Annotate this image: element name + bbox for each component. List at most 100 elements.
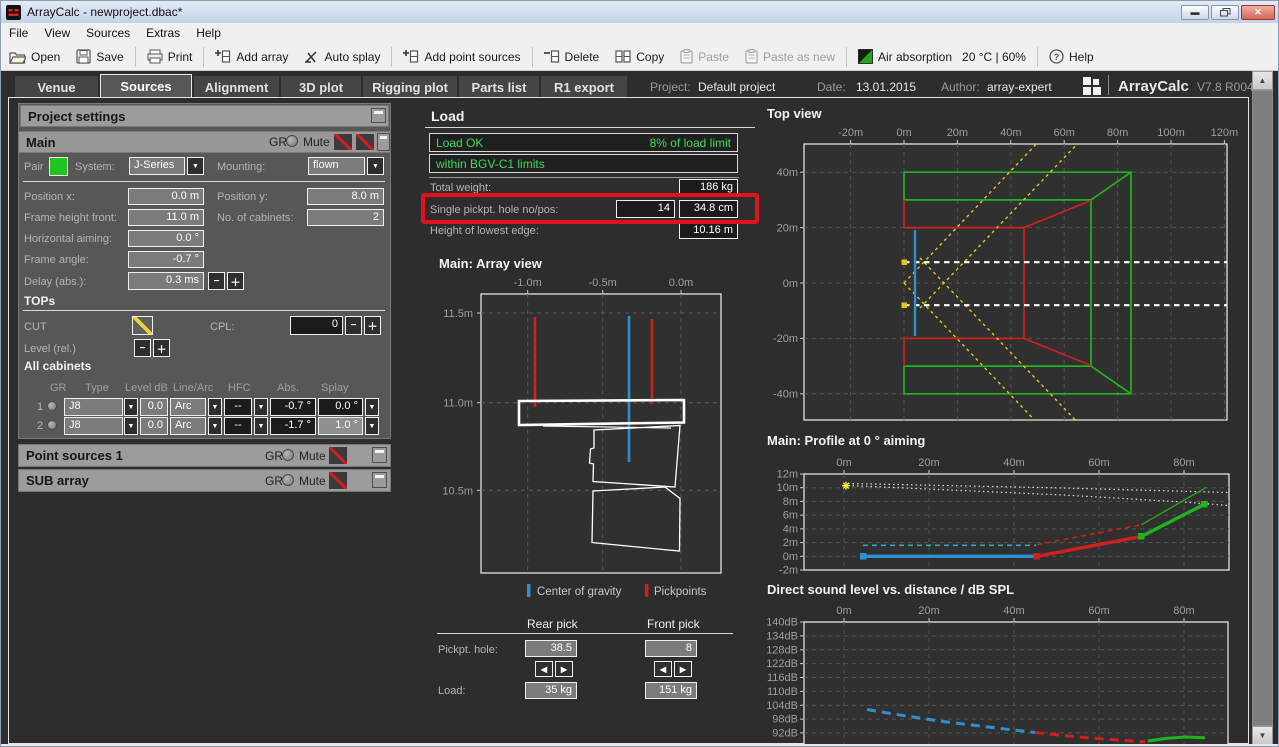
save-button[interactable]: Save [68,43,131,70]
cpl-field[interactable]: 0 [290,316,343,335]
mounting-select[interactable]: flown [308,157,365,175]
row1-abs-field[interactable]: -0.7 ° [270,398,316,416]
rear-hole-prev-button[interactable]: ◀ [535,661,553,677]
row1-hfc-arrow[interactable]: ▼ [254,398,268,416]
help-button[interactable]: ? Help [1041,43,1102,70]
rear-hole-next-button[interactable]: ▶ [555,661,573,677]
menu-help[interactable]: Help [188,23,229,43]
copy-button[interactable]: Copy [607,43,672,70]
tab-sources[interactable]: Sources [100,74,192,98]
menu-view[interactable]: View [36,23,78,43]
project-settings-header[interactable]: Project settings [20,105,389,127]
scrollbar-up-button[interactable]: ▲ [1252,71,1273,90]
pf-ytick: 0m [783,551,798,563]
close-button[interactable]: ✕ [1241,5,1275,20]
project-settings-window-button[interactable] [371,108,386,123]
minimize-button[interactable]: ▬ [1181,5,1209,20]
main-mute-right-button[interactable] [355,133,375,151]
restore-button[interactable] [1211,5,1239,20]
air-absorption-toggle[interactable]: Air absorption [850,43,960,70]
sub-mute-button[interactable] [328,471,348,490]
add-point-sources-button[interactable]: Add point sources [395,43,528,70]
mounting-dropdown-arrow[interactable]: ▼ [367,157,384,175]
total-weight-value: 186 kg [679,179,738,196]
row1-type-select[interactable]: J8 [64,398,123,416]
system-dropdown-arrow[interactable]: ▼ [187,157,204,175]
ps-gr-radio[interactable] [282,449,294,461]
tab-venue[interactable]: Venue [15,76,98,98]
rear-hole-field[interactable]: 38.5 [525,640,577,657]
row2-type-arrow[interactable]: ▼ [124,417,138,435]
row1-linearc-arrow[interactable]: ▼ [208,398,222,416]
position-y-field[interactable]: 8.0 m [307,188,384,205]
sub-window-button[interactable] [372,472,387,488]
horizontal-aiming-field[interactable]: 0.0 ° [128,230,204,247]
row2-type-select[interactable]: J8 [64,417,123,435]
toolbar-separator [1037,47,1038,67]
scrollbar-thumb[interactable] [1252,90,1273,726]
level-minus-button[interactable]: − [134,339,151,357]
tab-parts-list[interactable]: Parts list [459,76,539,98]
cabinets-field[interactable]: 2 [307,209,384,226]
menu-sources[interactable]: Sources [78,23,138,43]
paste-button[interactable]: Paste [672,43,737,70]
front-hole-next-button[interactable]: ▶ [674,661,692,677]
frame-angle-field[interactable]: -0.7 ° [128,251,204,268]
front-hole-field[interactable]: 8 [645,640,697,657]
main-minimize-button[interactable] [377,133,390,151]
pf-ytick: 12m [777,469,798,481]
row1-type-arrow[interactable]: ▼ [124,398,138,416]
cpl-minus-button[interactable]: − [345,316,362,335]
add-array-button[interactable]: Add array [207,43,296,70]
tab-alignment[interactable]: Alignment [194,76,279,98]
scrollbar-down-button[interactable]: ▼ [1252,726,1273,745]
row1-splay-arrow[interactable]: ▼ [365,398,379,416]
pair-color-swatch[interactable] [49,157,68,176]
row2-gr-radio[interactable] [47,420,57,430]
delay-minus-button[interactable]: − [208,272,225,290]
row1-linearc-select[interactable]: Arc [170,398,206,416]
delay-plus-button[interactable]: ＋ [227,272,244,290]
ps-mute-button[interactable] [328,446,348,465]
menu-extras[interactable]: Extras [138,23,188,43]
tab-rigging-plot[interactable]: Rigging plot [363,76,457,98]
open-button[interactable]: Open [1,43,68,70]
system-select[interactable]: J-Series [129,157,185,175]
row1-splay-field[interactable]: 0.0 ° [318,398,363,416]
main-mute-label: Mute [303,135,330,149]
bgv-status-text: within BGV-C1 limits [436,157,545,171]
main-mute-left-button[interactable] [333,133,353,151]
row2-level-field[interactable]: 0.0 [140,417,168,435]
row2-linearc-select[interactable]: Arc [170,417,206,435]
position-x-field[interactable]: 0.0 m [128,188,204,205]
row1-gr-radio[interactable] [47,401,57,411]
row1-hfc-select[interactable]: -- [224,398,252,416]
add-point-sources-icon [403,49,419,64]
delay-label: Delay (abs.): [24,276,86,288]
delete-button[interactable]: Delete [536,43,608,70]
sub-gr-radio[interactable] [282,474,294,486]
level-plus-button[interactable]: ＋ [153,339,170,357]
cut-button[interactable] [132,316,153,335]
frame-angle-label: Frame angle: [24,254,89,266]
cpl-plus-button[interactable]: ＋ [364,316,381,335]
front-hole-prev-button[interactable]: ◀ [654,661,672,677]
delay-field[interactable]: 0.3 ms [128,272,204,290]
row2-hfc-select[interactable]: -- [224,417,252,435]
row2-abs-field[interactable]: -1.7 ° [270,417,316,435]
mounting-label: Mounting: [217,161,265,173]
paste-as-new-button[interactable]: Paste as new [737,43,843,70]
row2-hfc-arrow[interactable]: ▼ [254,417,268,435]
print-button[interactable]: Print [139,43,201,70]
row2-linearc-arrow[interactable]: ▼ [208,417,222,435]
main-gr-radio[interactable] [286,135,298,147]
ps-window-button[interactable] [372,447,387,463]
frame-height-field[interactable]: 11.0 m [128,209,204,226]
auto-splay-button[interactable]: Auto splay [296,43,388,70]
tab-r1-export[interactable]: R1 export [541,76,627,98]
row1-level-field[interactable]: 0.0 [140,398,168,416]
row2-splay-arrow[interactable]: ▼ [365,417,379,435]
menu-file[interactable]: File [1,23,36,43]
row2-splay-field[interactable]: 1.0 ° [318,417,363,435]
tab-3d-plot[interactable]: 3D plot [281,76,361,98]
